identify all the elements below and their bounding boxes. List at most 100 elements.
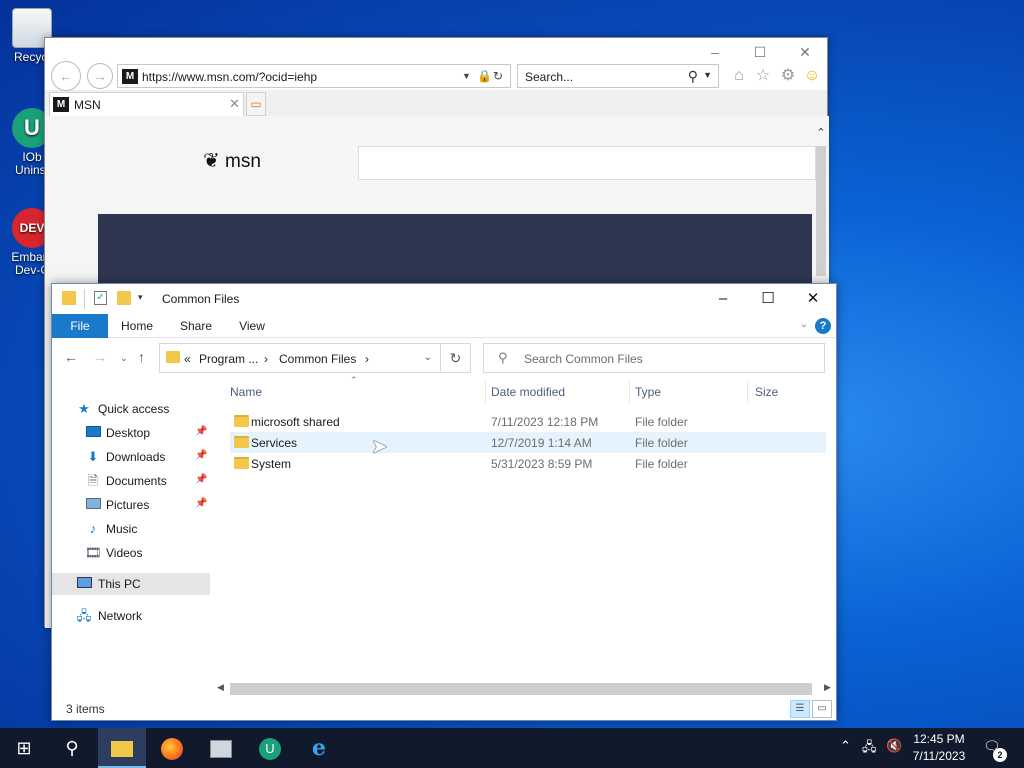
ie-minimize-button[interactable]: – [703,43,727,61]
pin-icon[interactable]: 📌 [195,450,207,461]
file-type: File folder [635,457,688,471]
file-list: ⌃ Name Date modified Type Size microsoft… [230,375,826,682]
msn-logo[interactable]: ❦ msn [203,148,261,173]
ie-close-button[interactable]: ✕ [793,43,817,61]
scroll-up-icon[interactable]: ⌃ [813,126,829,144]
file-explorer-icon [111,741,133,758]
scroll-thumb[interactable] [816,146,826,276]
chevron-down-icon[interactable]: ▼ [703,70,712,80]
scroll-left-icon[interactable]: ◀ [217,682,224,693]
sidebar-item-music[interactable]: ♪ Music [52,518,210,540]
volume-muted-icon[interactable]: 🔇 [886,738,902,754]
clock[interactable]: 12:45 PM 7/11/2023 [902,731,976,765]
network-icon: 🖧 [76,608,92,623]
gear-icon[interactable]: ⚙ [778,66,798,86]
smiley-feedback-icon[interactable]: ☺ [802,66,822,86]
msn-search-input[interactable] [358,146,816,180]
taskbar-file-explorer[interactable] [98,728,146,768]
star-icon: ★ [78,401,90,416]
lock-icon[interactable]: 🔒 [477,69,492,83]
details-view-button[interactable]: ☰ [790,700,810,718]
sidebar-item-this-pc[interactable]: This PC [52,573,210,595]
file-date: 5/31/2023 8:59 PM [491,457,593,471]
start-button[interactable]: ⊞ [0,728,48,768]
breadcrumb-separator[interactable]: › [365,352,369,366]
chevron-down-icon[interactable]: ⌄ [424,352,432,363]
sidebar-item-documents[interactable]: 🗎 Documents 📌 [52,470,210,492]
taskbar-search-button[interactable]: ⚲ [48,728,96,768]
column-divider[interactable] [747,381,748,403]
sidebar-item-pictures[interactable]: Pictures 📌 [52,494,210,516]
chevron-down-icon[interactable]: ▼ [462,71,471,81]
pin-icon[interactable]: 📌 [195,426,207,437]
column-header-type[interactable]: Type [635,379,747,405]
refresh-icon[interactable]: ↻ [493,69,503,83]
tab-view[interactable]: View [228,314,276,338]
taskbar-iobit[interactable]: U [246,728,294,768]
sidebar-item-downloads[interactable]: ⬇ Downloads 📌 [52,446,210,468]
home-icon[interactable]: ⌂ [729,66,749,86]
taskbar-app[interactable] [197,728,245,768]
search-icon[interactable]: ⚲ [688,68,698,85]
close-tab-icon[interactable]: ✕ [229,96,240,112]
column-divider[interactable] [485,381,486,403]
breadcrumb-common-files[interactable]: Common Files [279,352,356,366]
tab-file[interactable]: File [52,314,108,338]
new-tab-button[interactable]: ▭ [246,92,266,116]
refresh-button[interactable]: ↻ [441,343,471,373]
sidebar-item-desktop[interactable]: Desktop 📌 [52,422,210,444]
taskbar: ⊞ ⚲ U e ⌃ 🖧 🔇 12:45 PM 7/11/2023 🗨 2 [0,728,1024,768]
ie-back-button[interactable]: ← [51,61,81,91]
large-icons-view-button[interactable]: ▭ [812,700,832,718]
expand-ribbon-icon[interactable]: ⌄ [800,319,808,330]
show-hidden-icons-chevron[interactable]: ⌃ [840,738,851,754]
pin-icon[interactable]: 📌 [195,474,207,485]
ie-address-text[interactable]: https://www.msn.com/?ocid=iehp [142,70,317,84]
new-folder-icon[interactable] [117,291,131,305]
explorer-search-box[interactable]: ⚲ Search Common Files [483,343,825,373]
explorer-minimize-button[interactable]: – [700,284,746,314]
column-header-date[interactable]: Date modified [491,379,629,405]
horizontal-scrollbar[interactable]: ◀ ▶ [215,681,835,697]
sidebar-item-label: Videos [106,546,143,560]
tab-home[interactable]: Home [112,314,162,338]
ie-tab-bar: M MSN ✕ ▭ [45,92,827,116]
ie-forward-button[interactable]: → [87,63,113,89]
table-row[interactable]: Services 12/7/2019 1:14 AM File folder [230,432,826,453]
breadcrumb-overflow[interactable]: « [184,352,191,366]
sidebar-item-videos[interactable]: 🎞 Videos [52,542,210,564]
ie-maximize-button[interactable]: ☐ [748,43,772,61]
ie-vertical-scrollbar[interactable]: ⌃ [813,126,829,276]
breadcrumb-program-files[interactable]: Program ... [199,352,258,366]
favorites-star-icon[interactable]: ☆ [753,66,773,86]
scroll-right-icon[interactable]: ▶ [824,682,831,693]
column-header-size[interactable]: Size [755,379,825,405]
sidebar-item-network[interactable]: 🖧 Network [52,605,210,627]
qa-customize-chevron-icon[interactable]: ▾ [138,292,143,310]
scroll-thumb[interactable] [230,683,812,695]
folder-icon [234,436,249,448]
up-button[interactable]: ↑ [138,349,145,365]
forward-button[interactable]: → [93,349,107,365]
taskbar-firefox[interactable] [148,728,196,768]
column-header-name[interactable]: Name [230,379,485,405]
explorer-maximize-button[interactable]: ☐ [745,284,791,314]
taskbar-internet-explorer[interactable]: e [295,728,343,768]
help-icon[interactable]: ? [815,318,831,334]
ie-tab-msn[interactable]: M MSN ✕ [49,92,244,116]
network-icon[interactable]: 🖧 [862,738,877,760]
recent-locations-button[interactable]: ⌄ [120,353,128,364]
pin-icon[interactable]: 📌 [195,498,207,509]
column-divider[interactable] [629,381,630,403]
ie-search-box[interactable]: Search... ⚲ ▼ [517,64,719,88]
table-row[interactable]: System 5/31/2023 8:59 PM File folder [230,453,826,474]
sidebar-item-quick-access[interactable]: ★ Quick access [52,398,210,420]
explorer-close-button[interactable]: ✕ [790,284,836,314]
breadcrumb-separator[interactable]: › [264,352,268,366]
properties-checkbox-icon[interactable]: ✓ [94,291,107,305]
ie-address-bar[interactable]: M https://www.msn.com/?ocid=iehp ▼ 🔒 ↻ [117,64,511,88]
tab-share[interactable]: Share [170,314,222,338]
explorer-address-bar[interactable]: « Program ... › Common Files › ⌄ [159,343,441,373]
table-row[interactable]: microsoft shared 7/11/2023 12:18 PM File… [230,411,826,432]
back-button[interactable]: ← [64,349,78,365]
